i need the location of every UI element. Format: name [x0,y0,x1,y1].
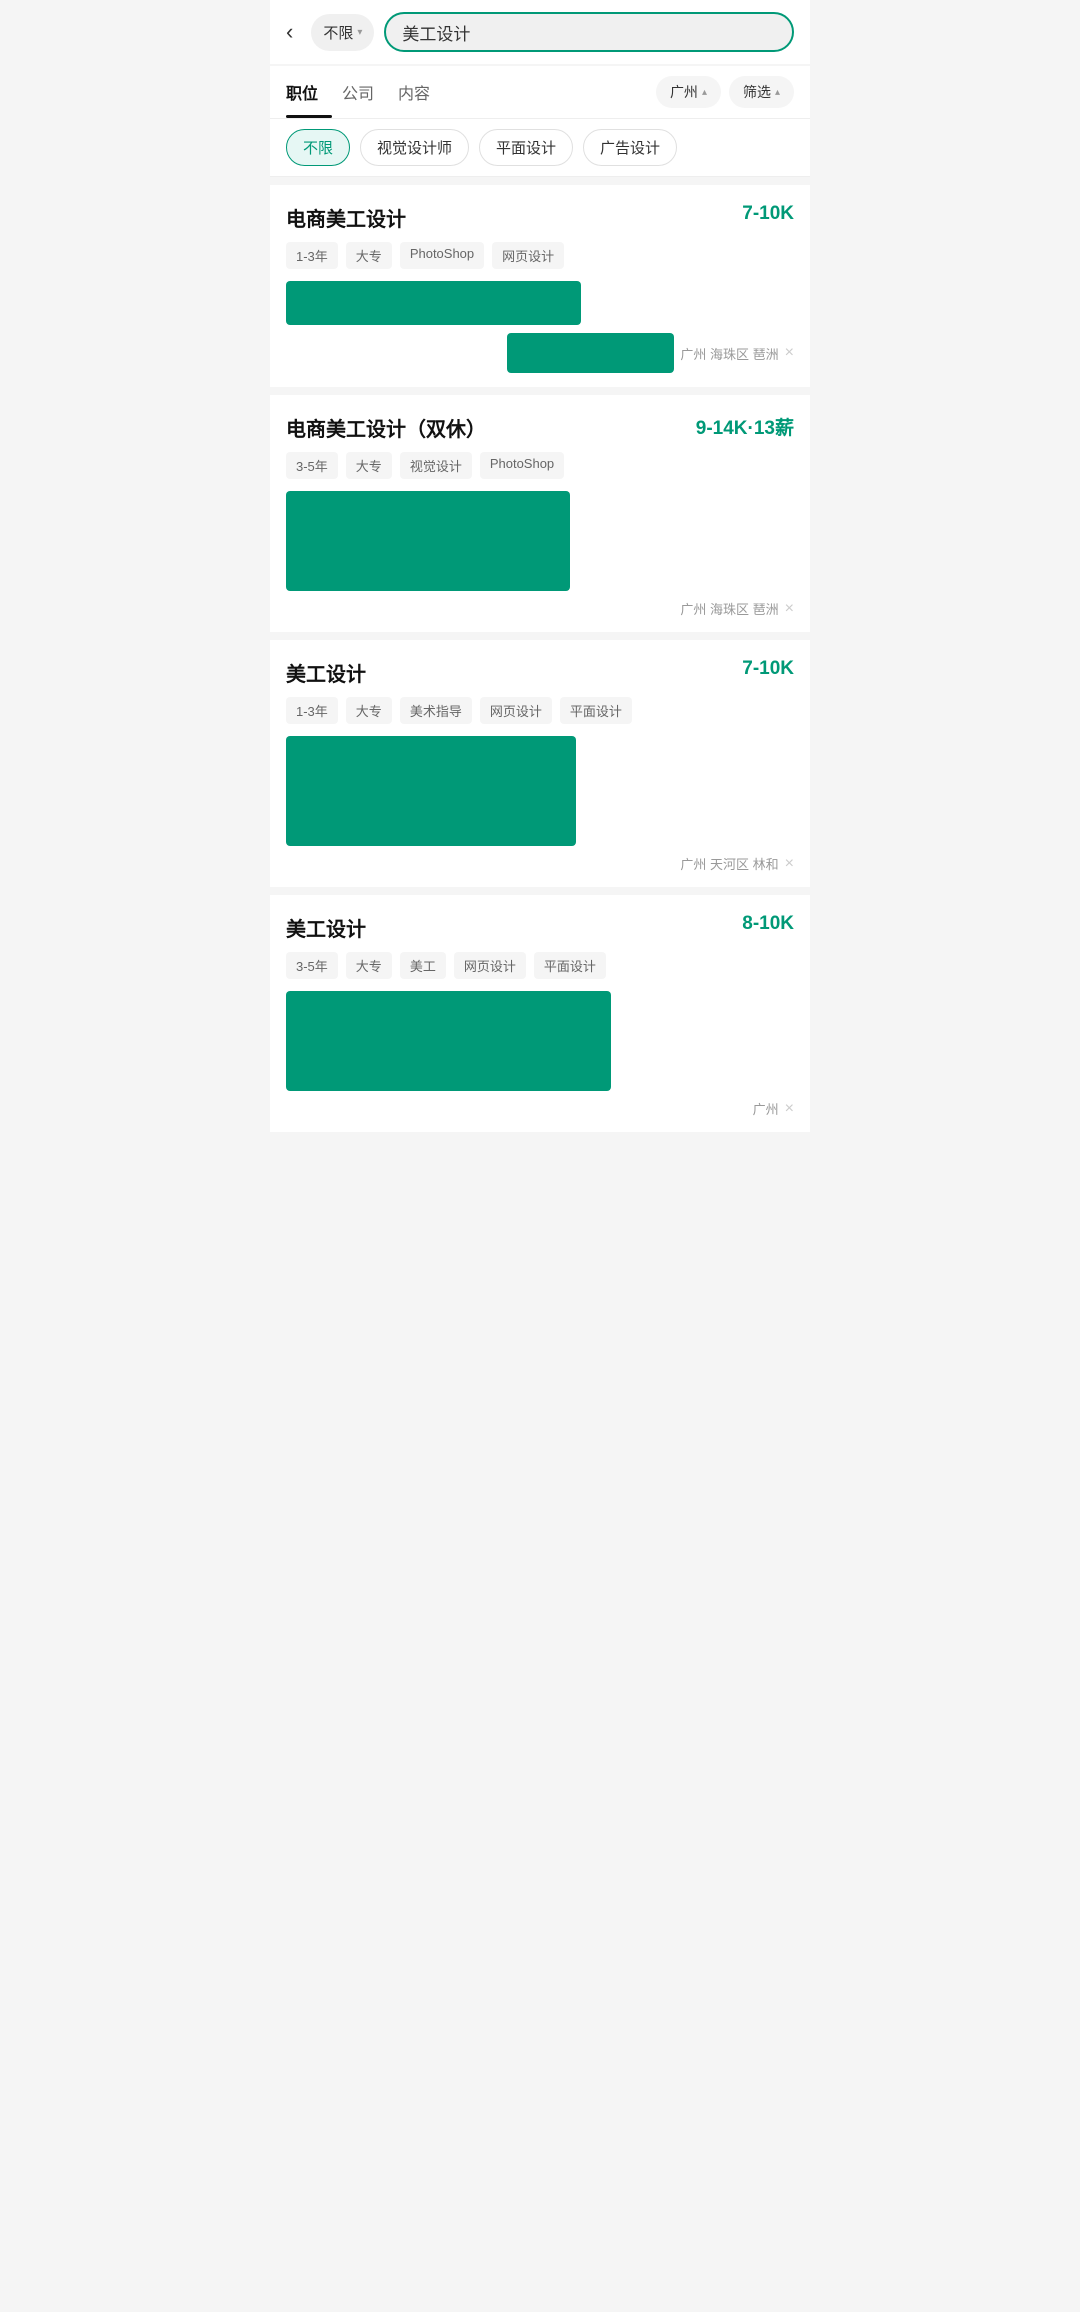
screen-filter-label: 筛选 [743,82,771,102]
job-card-3[interactable]: 美工设计 7-10K 1-3年 大专 美术指导 网页设计 平面设计 广州 天河区… [270,640,810,887]
job-location-1: 广州 海珠区 琶洲 [680,344,778,363]
tag-skill3: 平面设计 [560,697,632,724]
location-selector[interactable]: 不限 ▾ [311,14,374,51]
category-ad[interactable]: 广告设计 [583,129,677,166]
category-visual[interactable]: 视觉设计师 [360,129,469,166]
tag-exp: 1-3年 [286,242,338,269]
category-graphic[interactable]: 平面设计 [479,129,573,166]
tag-exp: 3-5年 [286,952,338,979]
job-salary-4: 8-10K [742,913,794,935]
company-logo-1 [286,281,581,325]
tab-company[interactable]: 公司 [342,66,388,118]
dismiss-button-2[interactable]: × [785,600,794,618]
tag-skill2: 网页设计 [480,697,552,724]
location-arrow-icon: ▾ [357,27,362,38]
screen-arrow-icon: ▴ [775,87,780,98]
job-title-3: 美工设计 [286,658,366,687]
tag-skill1: PhotoShop [400,242,484,269]
tabs-bar: 职位 公司 内容 广州 ▴ 筛选 ▴ [270,66,810,119]
tag-edu: 大专 [346,697,392,724]
tag-edu: 大专 [346,242,392,269]
job-card-4[interactable]: 美工设计 8-10K 3-5年 大专 美工 网页设计 平面设计 广州 × [270,895,810,1132]
job-location-2: 广州 海珠区 琶洲 [680,599,778,618]
job-list: 电商美工设计 7-10K 1-3年 大专 PhotoShop 网页设计 广州 海… [270,177,810,1148]
job-header-4: 美工设计 8-10K [286,913,794,942]
screen-filter-button[interactable]: 筛选 ▴ [729,76,794,108]
dismiss-button-1[interactable]: × [785,344,794,362]
job-footer-2: 广州 海珠区 琶洲 × [286,599,794,618]
tab-content[interactable]: 内容 [398,66,444,118]
job-footer-1: 广州 海珠区 琶洲 × [286,333,794,373]
city-arrow-icon: ▴ [702,87,707,98]
job-title-4: 美工设计 [286,913,366,942]
job-salary-3: 7-10K [742,658,794,680]
job-location-4: 广州 [753,1099,779,1118]
tag-skill1: 视觉设计 [400,452,472,479]
job-location-3: 广州 天河区 林和 [680,854,778,873]
company-logo-4 [286,991,611,1091]
company-logo-3 [286,736,576,846]
job-title-2: 电商美工设计（双休） [286,413,486,442]
tag-edu: 大专 [346,452,392,479]
job-tags-1: 1-3年 大专 PhotoShop 网页设计 [286,242,794,269]
dismiss-button-4[interactable]: × [785,1100,794,1118]
tag-exp: 1-3年 [286,697,338,724]
job-footer-3: 广州 天河区 林和 × [286,854,794,873]
tag-skill2: 网页设计 [454,952,526,979]
job-card-1[interactable]: 电商美工设计 7-10K 1-3年 大专 PhotoShop 网页设计 广州 海… [270,185,810,387]
tabs-right-filters: 广州 ▴ 筛选 ▴ [656,76,794,108]
search-input[interactable] [384,12,794,52]
company-logo-2 [286,491,570,591]
tag-skill3: 平面设计 [534,952,606,979]
tag-exp: 3-5年 [286,452,338,479]
job-title-1: 电商美工设计 [286,203,406,232]
tag-skill1: 美工 [400,952,446,979]
job-card-2[interactable]: 电商美工设计（双休） 9-14K·13薪 3-5年 大专 视觉设计 PhotoS… [270,395,810,632]
job-salary-2: 9-14K·13薪 [696,413,794,440]
company-name-block-1 [507,333,675,373]
job-salary-1: 7-10K [742,203,794,225]
header: ‹ 不限 ▾ [270,0,810,64]
job-header-2: 电商美工设计（双休） 9-14K·13薪 [286,413,794,442]
job-tags-3: 1-3年 大专 美术指导 网页设计 平面设计 [286,697,794,724]
job-header-1: 电商美工设计 7-10K [286,203,794,232]
category-bar: 不限 视觉设计师 平面设计 广告设计 [270,119,810,177]
job-tags-2: 3-5年 大专 视觉设计 PhotoShop [286,452,794,479]
city-filter-button[interactable]: 广州 ▴ [656,76,721,108]
tag-edu: 大专 [346,952,392,979]
tag-skill1: 美术指导 [400,697,472,724]
location-label: 不限 [323,22,353,43]
category-all[interactable]: 不限 [286,129,350,166]
tag-skill2: 网页设计 [492,242,564,269]
city-filter-label: 广州 [670,82,698,102]
job-header-3: 美工设计 7-10K [286,658,794,687]
back-button[interactable]: ‹ [286,15,301,49]
job-footer-4: 广州 × [286,1099,794,1118]
tab-position[interactable]: 职位 [286,66,332,118]
tag-skill2: PhotoShop [480,452,564,479]
job-tags-4: 3-5年 大专 美工 网页设计 平面设计 [286,952,794,979]
dismiss-button-3[interactable]: × [785,855,794,873]
